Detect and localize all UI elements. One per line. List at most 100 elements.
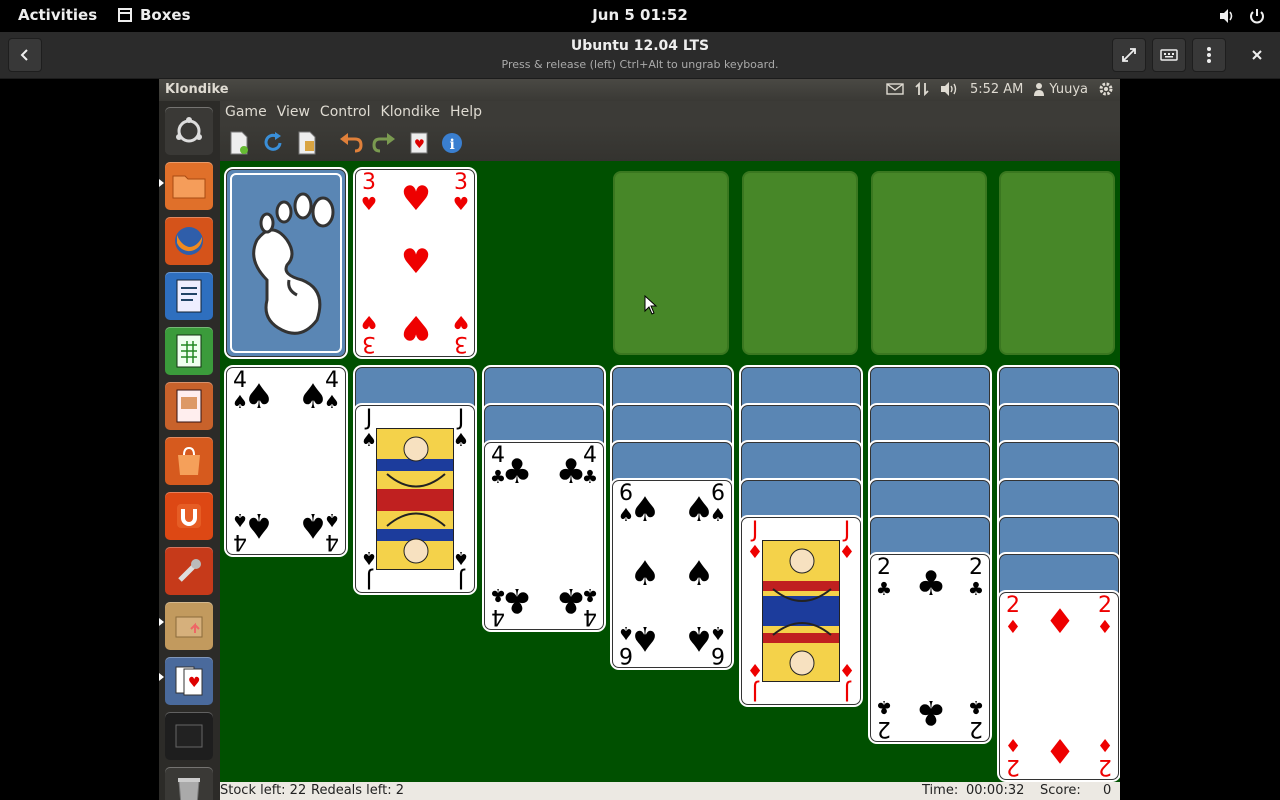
shopping-bag-icon <box>178 446 200 475</box>
user-icon <box>1034 83 1045 96</box>
refresh-icon <box>264 132 282 151</box>
tableau-6-card[interactable]: 2 ♣ 2 ♣ 2 ♣ 2 ♣ ♣ ♣ <box>870 554 990 742</box>
user-menu[interactable]: Yuuya <box>1033 82 1088 97</box>
suit-diamond-icon: ♦ <box>1004 734 1022 755</box>
foundation-slot-2[interactable] <box>742 171 858 355</box>
suit-club-icon: ♣ <box>967 579 985 600</box>
mail-icon[interactable] <box>886 83 904 95</box>
svg-text:♥: ♥ <box>188 675 201 691</box>
launcher-software-center[interactable] <box>165 437 213 485</box>
launcher-files[interactable] <box>165 162 213 210</box>
launcher-impress[interactable] <box>165 382 213 430</box>
suit-diamond-icon: ♦ <box>838 542 856 563</box>
svg-text:i: i <box>450 137 455 153</box>
stock-pile[interactable] <box>226 169 346 357</box>
fullscreen-button[interactable] <box>1112 38 1146 72</box>
playing-cards-icon: ♥ <box>175 666 203 696</box>
suit-spade-icon: ♠ <box>683 490 715 530</box>
card-rank: J <box>365 406 373 431</box>
launcher-ubuntu-one[interactable] <box>165 492 213 540</box>
undo-button[interactable] <box>338 130 364 156</box>
tableau-4-card[interactable]: 6 ♠ 6 ♠ 6 ♠ 6 ♠ ♠ ♠ ♠ ♠ ♠ ♠ <box>612 480 732 668</box>
power-icon <box>1250 9 1264 24</box>
app-menu[interactable]: Boxes <box>117 6 191 24</box>
card-rank: 2 <box>1006 593 1020 618</box>
mouse-cursor-icon <box>644 295 658 315</box>
menu-button[interactable] <box>1192 38 1226 72</box>
panel-clock[interactable]: 5:52 AM <box>970 82 1023 97</box>
suit-diamond-icon: ♦ <box>1004 617 1022 638</box>
card-rank: 2 <box>1098 593 1112 618</box>
tableau-3-card[interactable]: 4 ♣ 4 ♣ 4 ♣ 4 ♣ ♣ ♣ ♣ ♣ <box>484 442 604 630</box>
new-game-button[interactable] <box>226 130 252 156</box>
clock[interactable]: Jun 5 01:52 <box>592 6 688 24</box>
suit-spade-icon: ♠ <box>297 377 329 417</box>
menu-klondike[interactable]: Klondike <box>376 101 446 125</box>
activities-button[interactable]: Activities <box>18 6 97 24</box>
launcher-firefox[interactable] <box>165 217 213 265</box>
running-indicator <box>159 618 164 626</box>
restart-button[interactable] <box>260 130 286 156</box>
package-icon <box>175 616 203 638</box>
keyboard-button[interactable] <box>1152 38 1186 72</box>
vm-display[interactable]: Klondike 5:52 AM Yuuya ♥ Game View Contr… <box>159 79 1120 800</box>
card-rank: J <box>751 679 759 704</box>
vm-subtitle: Press & release (left) Ctrl+Alt to ungra… <box>501 58 779 71</box>
menu-view[interactable]: View <box>272 101 315 125</box>
settings-gear-icon[interactable] <box>1098 81 1114 97</box>
close-button[interactable] <box>1240 38 1274 72</box>
menu-help[interactable]: Help <box>445 101 487 125</box>
card-corner: 2 ♦ <box>1003 733 1023 779</box>
game-board[interactable]: 3 ♥ 3 ♥ 3 ♥ 3 ♥ ♥ ♥ ♥ 4 ♠ 4 ♠ 4 ♠ 4 ♠ ♠ ♠ ♠ ♠ J ♠ <box>220 161 1120 782</box>
tableau-5-card[interactable]: J ♦ J ♦ J ♦ J ♦ <box>741 517 861 705</box>
score-value: 0 <box>1103 783 1112 798</box>
menu-bar: Game View Control Klondike Help <box>220 101 1120 125</box>
tableau-7-card[interactable]: 2 ♦ 2 ♦ 2 ♦ 2 ♦ ♦ ♦ <box>999 592 1119 780</box>
launcher-trash[interactable] <box>165 767 213 800</box>
launcher-dash[interactable] <box>165 107 213 155</box>
foundation-slot-4[interactable] <box>999 171 1115 355</box>
redo-button[interactable] <box>371 130 397 156</box>
suit-spade-icon: ♠ <box>629 618 661 658</box>
card-corner: 2 ♣ <box>874 695 894 741</box>
clock-container: Jun 5 01:52 <box>0 6 1280 24</box>
redo-icon <box>372 133 395 153</box>
tableau-1-card[interactable]: 4 ♠ 4 ♠ 4 ♠ 4 ♠ ♠ ♠ ♠ ♠ <box>226 367 346 555</box>
card-rank: 3 <box>362 331 376 356</box>
gnome-top-bar: Activities Boxes Jun 5 01:52 <box>0 0 1280 32</box>
foundation-slot-3[interactable] <box>871 171 987 355</box>
tableau-2-card[interactable]: J ♠ J ♠ J ♠ J ♠ <box>355 405 475 593</box>
suit-club-icon: ♣ <box>501 452 533 492</box>
menu-game[interactable]: Game <box>220 101 272 125</box>
suit-club-icon: ♣ <box>555 580 587 620</box>
vm-title: Ubuntu 12.04 LTS <box>570 38 710 54</box>
suit-spade-icon: ♠ <box>629 490 661 530</box>
unity-launcher: ♥ <box>159 101 220 800</box>
hint-button[interactable]: ♥ <box>406 130 432 156</box>
suit-club-icon: ♣ <box>875 696 893 717</box>
trash-icon <box>178 778 200 800</box>
suit-diamond-icon: ♦ <box>838 659 856 680</box>
foundation-slot-1[interactable] <box>613 171 729 355</box>
card-corner: 2 ♦ <box>1003 595 1023 639</box>
card-corner: 3 ♥ <box>359 310 379 356</box>
launcher-workspaces[interactable] <box>165 712 213 760</box>
redeals-left: Redeals left: 2 <box>311 783 405 798</box>
card-corner: J ♠ <box>451 546 471 592</box>
card-rank: J <box>365 567 373 592</box>
launcher-update-manager[interactable] <box>165 602 213 650</box>
launcher-solitaire[interactable]: ♥ <box>165 657 213 705</box>
launcher-system-settings[interactable] <box>165 547 213 595</box>
waste-card[interactable]: 3 ♥ 3 ♥ 3 ♥ 3 ♥ ♥ ♥ ♥ <box>355 169 475 357</box>
about-button[interactable]: i <box>439 130 465 156</box>
launcher-calc[interactable] <box>165 327 213 375</box>
sound-icon[interactable] <box>940 81 960 97</box>
select-game-button[interactable] <box>294 130 320 156</box>
card-corner: J ♠ <box>451 408 471 452</box>
gnome-foot-icon <box>230 173 342 353</box>
network-icon[interactable] <box>914 81 930 97</box>
launcher-writer[interactable] <box>165 272 213 320</box>
window-title: Klondike <box>165 82 229 97</box>
menu-control[interactable]: Control <box>315 101 376 125</box>
system-menu[interactable] <box>1218 7 1266 25</box>
